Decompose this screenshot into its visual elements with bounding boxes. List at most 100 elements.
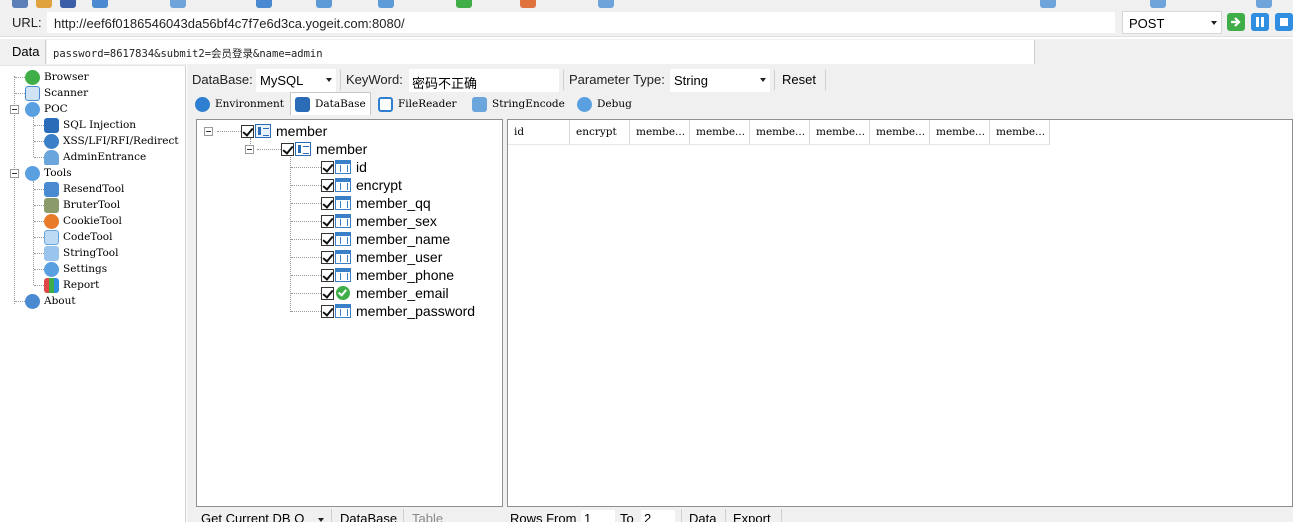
monitor-icon — [44, 229, 59, 245]
checkbox[interactable] — [321, 286, 334, 300]
sidebar-item-scanner[interactable]: Scanner — [25, 85, 88, 101]
data-button[interactable]: Data — [689, 511, 716, 522]
tree-column-node[interactable]: member_email — [321, 284, 449, 302]
checkbox[interactable] — [321, 250, 334, 264]
checkbox[interactable] — [321, 304, 334, 318]
rows-from-input[interactable]: 1 — [581, 510, 615, 522]
column-header[interactable]: membe... — [810, 120, 870, 145]
tree-column-node[interactable]: id — [321, 158, 367, 176]
tab-debug[interactable]: Debug — [573, 94, 636, 114]
column-header[interactable]: id — [508, 120, 570, 145]
toolbar-icon-8[interactable] — [378, 0, 394, 8]
checkbox[interactable] — [321, 196, 334, 210]
database-select[interactable]: MySQL — [256, 69, 336, 92]
checkbox[interactable] — [321, 268, 334, 282]
column-header[interactable]: membe... — [930, 120, 990, 145]
toolbar-icon-14[interactable] — [1256, 0, 1272, 8]
sidebar-item-about[interactable]: About — [25, 293, 76, 309]
toolbar-icon-13[interactable] — [1150, 0, 1166, 8]
column-header[interactable]: membe... — [750, 120, 810, 145]
sidebar-item-xss[interactable]: XSS/LFI/RFI/Redirect — [44, 133, 179, 149]
checkbox[interactable] — [281, 142, 294, 156]
toolbar-icon-7[interactable] — [316, 0, 332, 8]
tree-table-node[interactable]: member — [281, 140, 367, 158]
sidebar-item-settings[interactable]: Settings — [44, 261, 107, 277]
sidebar-item-code-tool[interactable]: CodeTool — [44, 229, 112, 245]
collapse-toggle-icon[interactable] — [204, 127, 213, 136]
sidebar-item-report[interactable]: Report — [44, 277, 99, 293]
go-icon[interactable] — [1227, 13, 1245, 31]
toolbar-icon-10[interactable] — [520, 0, 536, 8]
method-value: POST — [1129, 16, 1165, 31]
get-current-db-select[interactable]: Get Current DB O — [201, 511, 304, 522]
tab-string-encode[interactable]: StringEncode — [468, 94, 569, 114]
data-bar: Data password=8617834&submit2=会员登录&name=… — [0, 39, 1293, 65]
keyword-input[interactable]: 密码不正确 — [409, 69, 559, 92]
column-header[interactable]: membe... — [690, 120, 750, 145]
sidebar-item-label: Report — [63, 279, 100, 291]
sidebar-item-sql-injection[interactable]: SQL Injection — [44, 117, 136, 133]
collapse-toggle-icon[interactable] — [10, 169, 19, 178]
sidebar-item-admin-entrance[interactable]: AdminEntrance — [44, 149, 146, 165]
stop-icon[interactable] — [1275, 13, 1293, 31]
separator — [725, 509, 726, 522]
checkbox[interactable] — [321, 178, 334, 192]
checkbox[interactable] — [241, 124, 254, 138]
toolbar-icon-11[interactable] — [598, 0, 614, 8]
method-select[interactable]: POST — [1122, 11, 1222, 34]
database-label: DataBase: — [192, 72, 253, 87]
tree-column-node[interactable]: encrypt — [321, 176, 402, 194]
collapse-toggle-icon[interactable] — [10, 105, 19, 114]
toolbar-icon-6[interactable] — [256, 0, 272, 8]
tree-database-node[interactable]: member — [241, 122, 327, 140]
checkbox[interactable] — [321, 214, 334, 228]
toolbar-icon-1[interactable] — [12, 0, 28, 8]
toolbar-icon-2[interactable] — [36, 0, 52, 8]
toolbar-icon-5[interactable] — [170, 0, 186, 8]
export-button[interactable]: Export — [733, 511, 771, 522]
sidebar-item-cookie-tool[interactable]: CookieTool — [44, 213, 122, 229]
tree-column-node[interactable]: member_sex — [321, 212, 437, 230]
tree-column-node[interactable]: member_phone — [321, 266, 454, 284]
toolbar-icon-3[interactable] — [60, 0, 76, 8]
tab-label: Environment — [215, 98, 284, 110]
database-button[interactable]: DataBase — [340, 511, 397, 522]
gear-icon — [577, 96, 592, 112]
reset-button[interactable]: Reset — [782, 72, 816, 87]
tab-database[interactable]: DataBase — [290, 92, 371, 115]
column-name: member_user — [356, 249, 443, 265]
tab-environment[interactable]: Environment — [191, 94, 288, 114]
collapse-toggle-icon[interactable] — [245, 145, 254, 154]
pause-icon[interactable] — [1251, 13, 1269, 31]
column-header[interactable]: encrypt — [570, 120, 630, 145]
post-data-input[interactable]: password=8617834&submit2=会员登录&name=admin — [47, 40, 1035, 64]
tree-column-node[interactable]: member_qq — [321, 194, 431, 212]
tab-label: FileReader — [398, 98, 457, 110]
sidebar-item-label: POC — [44, 103, 68, 115]
sidebar-item-resend-tool[interactable]: ResendTool — [44, 181, 124, 197]
sidebar-item-label: ResendTool — [63, 183, 125, 195]
rows-to-input[interactable]: 2 — [641, 510, 675, 522]
tree-column-node[interactable]: member_user — [321, 248, 442, 266]
checkbox[interactable] — [321, 160, 334, 174]
sidebar-item-bruter-tool[interactable]: BruterTool — [44, 197, 120, 213]
sidebar-item-string-tool[interactable]: StringTool — [44, 245, 118, 261]
parameter-type-select[interactable]: String — [670, 69, 770, 92]
filter-bar: DataBase: MySQL KeyWord: 密码不正确 Parameter… — [187, 67, 1293, 93]
tab-file-reader[interactable]: FileReader — [374, 94, 461, 114]
sidebar-item-poc[interactable]: POC — [25, 101, 68, 117]
toolbar-icon-9[interactable] — [456, 0, 472, 8]
tree-column-node[interactable]: member_password — [321, 302, 475, 320]
tab-label: DataBase — [315, 98, 366, 110]
column-header[interactable]: membe... — [990, 120, 1050, 145]
sidebar-item-browser[interactable]: Browser — [25, 69, 89, 85]
url-input[interactable]: http://eef6f0186546043da56bf4c7f7e6d3ca.… — [46, 11, 1116, 34]
checkbox[interactable] — [321, 232, 334, 246]
tree-column-node[interactable]: member_name — [321, 230, 450, 248]
column-header[interactable]: membe... — [630, 120, 690, 145]
table-button[interactable]: Table — [412, 511, 443, 522]
toolbar-icon-4[interactable] — [92, 0, 108, 8]
sidebar-item-tools[interactable]: Tools — [25, 165, 72, 181]
toolbar-icon-12[interactable] — [1040, 0, 1056, 8]
column-header[interactable]: membe... — [870, 120, 930, 145]
